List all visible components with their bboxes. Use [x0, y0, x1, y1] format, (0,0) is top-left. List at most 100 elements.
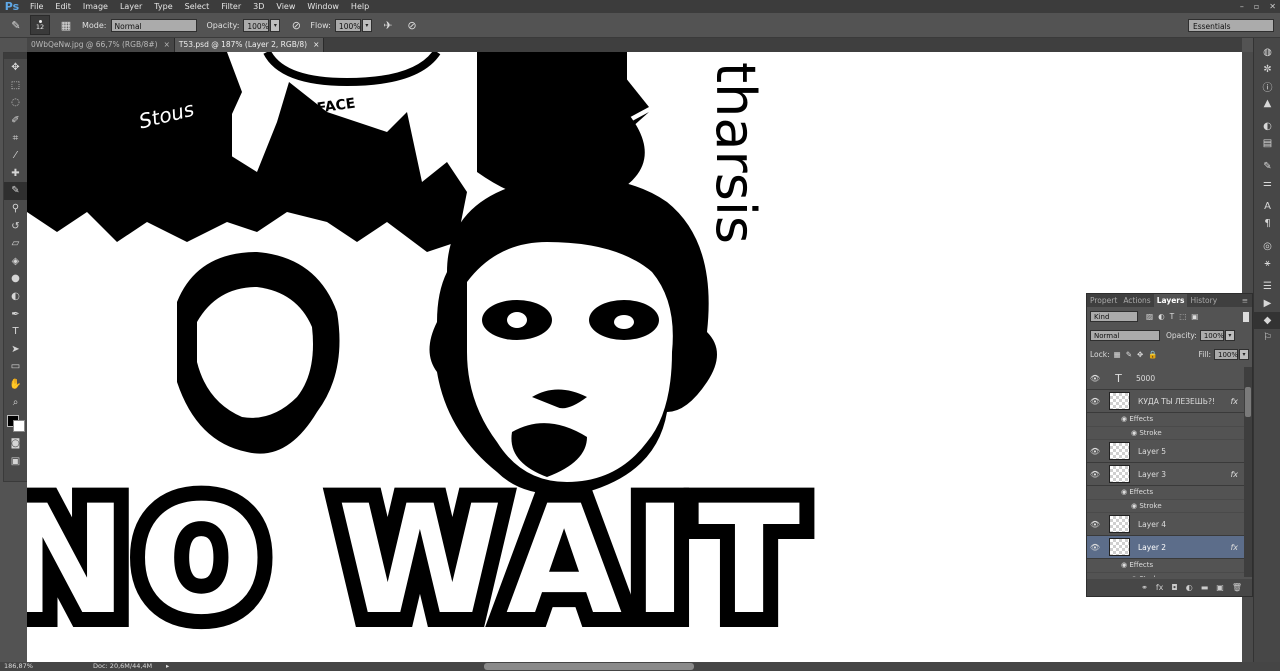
maximize-button[interactable]: ▫ — [1254, 0, 1259, 13]
histogram-panel-icon[interactable]: ▲ — [1254, 95, 1280, 112]
layer-row-layer-5[interactable]: 👁 Layer 5 — [1087, 440, 1244, 463]
brush-size-picker[interactable]: 12 — [30, 15, 50, 35]
layers-panel-icon[interactable]: ◆ — [1254, 312, 1280, 329]
layers-scrollbar[interactable] — [1244, 367, 1252, 577]
effects-row[interactable]: ◉ Effects — [1087, 413, 1244, 427]
menu-layer[interactable]: Layer — [114, 0, 148, 13]
visibility-eye-icon[interactable]: 👁 — [1087, 520, 1103, 529]
blur-tool-icon[interactable]: ● — [4, 270, 27, 288]
tab-0wbqenw[interactable]: 0WbQeNw.jpg @ 66,7% (RGB/8#) × — [27, 38, 175, 52]
layer-row-kuda[interactable]: 👁 КУДА ТЫ ЛЕЗЕШЬ?! fx — [1087, 390, 1244, 413]
hand-tool-icon[interactable]: ✋ — [4, 376, 27, 394]
airbrush-icon[interactable]: ✈ — [380, 17, 396, 33]
menu-type[interactable]: Type — [148, 0, 178, 13]
menu-select[interactable]: Select — [179, 0, 216, 13]
screen-mode-icon[interactable]: ▣ — [4, 452, 27, 470]
move-tool-icon[interactable]: ✥ — [4, 59, 27, 77]
quick-mask-icon[interactable]: ◙ — [4, 435, 27, 453]
layer-kind-filter[interactable]: Kind — [1090, 311, 1138, 322]
layers-scroll-thumb[interactable] — [1245, 387, 1251, 417]
fx-icon[interactable]: fx — [1230, 470, 1238, 479]
brush-presets-icon[interactable]: ⚌ — [1254, 175, 1280, 192]
menu-filter[interactable]: Filter — [215, 0, 247, 13]
history-panel-icon[interactable]: ⚐ — [1254, 329, 1280, 346]
stroke-effect-row[interactable]: ◉ Stroke — [1087, 427, 1244, 440]
adjustments-panel-icon[interactable]: ◐ — [1254, 118, 1280, 135]
fill-input[interactable]: 100% — [1214, 349, 1238, 360]
rectangle-tool-icon[interactable]: ▭ — [4, 358, 27, 376]
stroke-effect-row[interactable]: ◉ Stroke — [1087, 573, 1244, 578]
tab-t53[interactable]: T53.psd @ 187% (Layer 2, RGB/8) × — [174, 38, 325, 52]
canvas-horizontal-scroll-thumb[interactable] — [484, 663, 694, 670]
visibility-eye-icon[interactable]: 👁 — [1087, 543, 1103, 552]
info-panel-icon[interactable]: ⓘ — [1254, 78, 1280, 95]
eraser-tool-icon[interactable]: ▱ — [4, 235, 27, 253]
eyedropper-tool-icon[interactable]: ⁄ — [4, 147, 27, 165]
path-select-tool-icon[interactable]: ➤ — [4, 341, 27, 359]
filter-icons[interactable]: ▨◐T⬚▣ — [1146, 312, 1203, 321]
tab-properties[interactable]: Propert — [1087, 294, 1120, 307]
status-menu-arrow-icon[interactable]: ▸ — [166, 662, 169, 671]
tab-close-icon[interactable]: × — [164, 38, 170, 52]
measurement-panel-icon[interactable]: ⚹ — [1254, 255, 1280, 272]
menu-image[interactable]: Image — [77, 0, 114, 13]
background-color-swatch[interactable] — [13, 419, 25, 432]
visibility-eye-icon[interactable]: 👁 — [1087, 397, 1103, 406]
close-window-button[interactable]: ✕ — [1269, 0, 1276, 13]
history-brush-tool-icon[interactable]: ↺ — [4, 217, 27, 235]
layer-row-layer-2[interactable]: 👁 Layer 2 fx — [1087, 536, 1244, 559]
menu-edit[interactable]: Edit — [49, 0, 77, 13]
adjustment-layer-icon[interactable]: ◐ — [1186, 583, 1193, 592]
pen-tool-icon[interactable]: ✒ — [4, 305, 27, 323]
stroke-effect-row[interactable]: ◉ Stroke — [1087, 500, 1244, 513]
marquee-tool-icon[interactable]: ⬚ — [4, 77, 27, 95]
fill-dropdown-icon[interactable]: ▾ — [1239, 349, 1249, 360]
menu-view[interactable]: View — [270, 0, 301, 13]
swatches-panel-icon[interactable]: ✼ — [1254, 61, 1280, 78]
actions-panel-icon[interactable]: ▶ — [1254, 295, 1280, 312]
visibility-eye-icon[interactable]: 👁 — [1087, 470, 1103, 479]
tab-layers[interactable]: Layers — [1153, 294, 1188, 307]
healing-brush-tool-icon[interactable]: ✚ — [4, 165, 27, 183]
filter-toggle-icon[interactable] — [1243, 311, 1249, 322]
blend-mode-select[interactable]: Normal — [1090, 330, 1160, 341]
lasso-tool-icon[interactable]: ◌ — [4, 94, 27, 112]
panel-menu-icon[interactable]: ≡ — [1242, 296, 1248, 305]
layer-opacity-input[interactable]: 100% — [1199, 330, 1224, 341]
document-canvas[interactable]: Stous tharsis FACE NO WAIT — [27, 52, 1242, 662]
opacity-input[interactable]: 100% — [243, 18, 270, 32]
workspace-select[interactable]: Essentials — [1188, 19, 1274, 32]
menu-3d[interactable]: 3D — [247, 0, 270, 13]
pressure-opacity-icon[interactable]: ⊘ — [288, 17, 304, 33]
minimize-button[interactable]: – — [1240, 0, 1244, 13]
fx-icon[interactable]: fx — [1230, 397, 1238, 406]
tab-history[interactable]: History — [1187, 294, 1220, 307]
add-mask-icon[interactable]: ◘ — [1171, 583, 1177, 592]
layer-opacity-dropdown-icon[interactable]: ▾ — [1224, 330, 1235, 341]
visibility-eye-icon[interactable]: 👁 — [1087, 374, 1103, 383]
properties-panel-icon[interactable]: ☰ — [1254, 278, 1280, 295]
quick-select-tool-icon[interactable]: ✐ — [4, 112, 27, 130]
brush-panel-toggle-icon[interactable]: ▦ — [58, 17, 74, 33]
type-tool-icon[interactable]: T — [4, 323, 27, 341]
dodge-tool-icon[interactable]: ◐ — [4, 288, 27, 306]
brush-panel-icon[interactable]: ✎ — [1254, 158, 1280, 175]
layer-row-5000[interactable]: 👁 T 5000 — [1087, 367, 1244, 390]
flow-dropdown-icon[interactable]: ▾ — [361, 18, 372, 32]
zoom-tool-icon[interactable]: ⌕ — [4, 393, 27, 411]
new-group-icon[interactable]: ▬ — [1201, 583, 1209, 592]
styles-panel-icon[interactable]: ▤ — [1254, 135, 1280, 152]
3d-panel-icon[interactable]: ◎ — [1254, 238, 1280, 255]
delete-layer-icon[interactable]: 🗑 — [1232, 583, 1242, 592]
visibility-eye-icon[interactable]: 👁 — [1087, 447, 1103, 456]
add-style-icon[interactable]: fx — [1156, 583, 1164, 592]
crop-tool-icon[interactable]: ⌗ — [4, 129, 27, 147]
new-layer-icon[interactable]: ▣ — [1216, 583, 1224, 592]
fx-icon[interactable]: fx — [1230, 543, 1238, 552]
brush-tool-icon[interactable]: ✎ — [4, 182, 27, 200]
opacity-dropdown-icon[interactable]: ▾ — [270, 18, 281, 32]
zoom-level[interactable]: 186,87% — [4, 662, 33, 671]
pressure-size-icon[interactable]: ⊘ — [404, 17, 420, 33]
link-layers-icon[interactable]: ⚭ — [1141, 583, 1148, 592]
paint-bucket-tool-icon[interactable]: ◈ — [4, 253, 27, 271]
